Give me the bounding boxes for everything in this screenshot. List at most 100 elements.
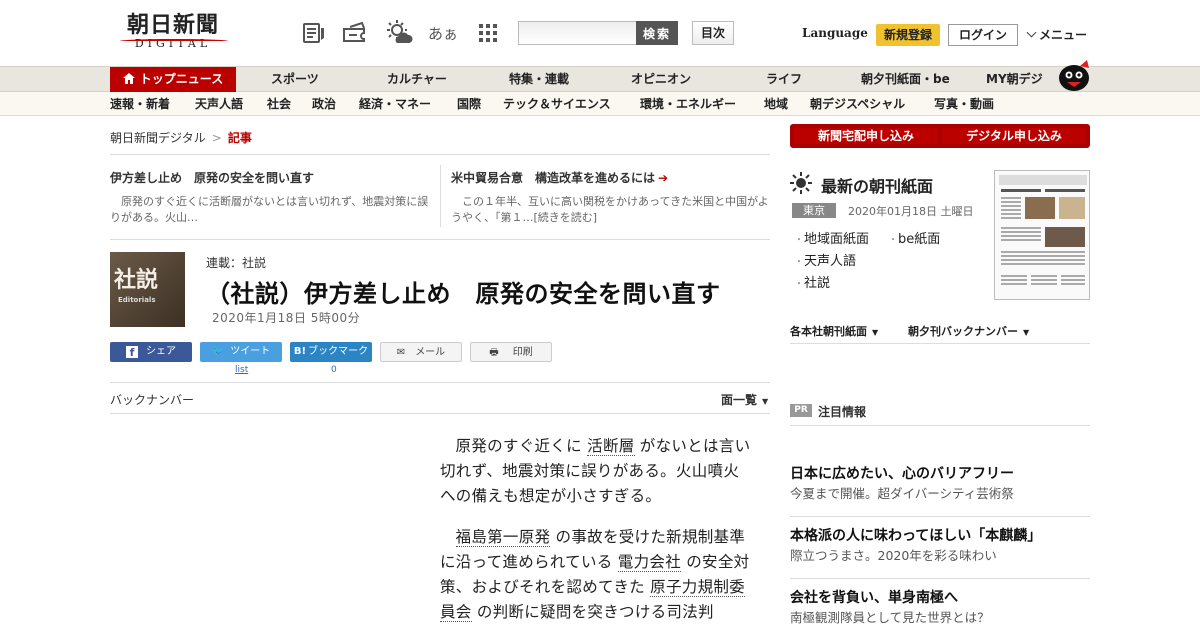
regional-papers-dropdown[interactable]: 各本社朝刊紙面 ▼ (790, 323, 878, 339)
newspaper-icon[interactable] (299, 18, 329, 48)
editorial-badge-en: Editorials (118, 296, 156, 304)
keyword-link[interactable]: 福島第一原発 (455, 528, 551, 547)
keyword-link[interactable]: 電力会社 (617, 553, 681, 572)
pr-item[interactable]: 本格派の人に味わってほしい「本麒麟」 際立つうまさ。2020年を彩る味わい (790, 526, 1090, 566)
latest-morning-paper-title[interactable]: 最新の朝刊紙面 (821, 173, 933, 197)
ticket-icon[interactable] (340, 18, 370, 48)
divider (790, 425, 1090, 426)
sun-icon (790, 172, 812, 197)
nav2-environment[interactable]: 環境・エネルギー (640, 92, 736, 116)
twitter-share-button[interactable]: 🐦 ツイート (200, 342, 282, 362)
nav2-photo-video[interactable]: 写真・動画 (934, 92, 994, 116)
nav-paper[interactable]: 朝夕刊紙面・be (861, 67, 950, 92)
nav-my-asadigi[interactable]: MY朝デジ (986, 67, 1043, 92)
divider (790, 343, 1090, 344)
signup-button[interactable]: 新規登録 (876, 24, 940, 46)
nav-opinion[interactable]: オピニオン (631, 67, 691, 92)
nav-culture[interactable]: カルチャー (387, 67, 447, 92)
related-article[interactable]: 米中貿易合意 構造改革を進めるには ➔ この１年半、互いに高い関税をかけあってきた… (451, 169, 771, 226)
nav2-tech[interactable]: テック＆サイエンス (503, 92, 611, 116)
menu-label: メニュー (1039, 28, 1088, 42)
paper-link[interactable]: be紙面 (888, 228, 940, 247)
region-badge: 東京 (792, 203, 836, 218)
nav-top-news[interactable]: トップニュース (110, 67, 236, 92)
menu-button[interactable]: メニュー (1026, 26, 1088, 43)
divider (110, 413, 770, 414)
nav2-economy[interactable]: 経済・マネー (359, 92, 431, 116)
nav2-breaking[interactable]: 速報・新着 (110, 92, 170, 116)
nav2-region[interactable]: 地域 (764, 92, 788, 116)
arrow-right-icon: ➔ (658, 171, 669, 185)
subscription-buttons: 新聞宅配申し込み デジタル申し込み (790, 124, 1090, 148)
login-button[interactable]: ログイン (948, 24, 1018, 46)
nav-life[interactable]: ライフ (766, 67, 802, 92)
breadcrumb-home[interactable]: 朝日新聞デジタル (110, 131, 206, 145)
divider (110, 239, 770, 240)
font-size-icon[interactable]: あぁ (428, 18, 458, 48)
logo-swoosh (120, 39, 228, 43)
related-title[interactable]: 米中貿易合意 構造改革を進めるには ➔ (451, 169, 771, 186)
newspaper-thumbnail[interactable] (994, 170, 1090, 300)
triangle-down-icon: ▼ (1023, 328, 1030, 337)
related-desc: 原発のすぐ近くに活断層がないとは言い切れず、地震対策に誤りがある。火山… (110, 195, 429, 224)
nav2-tensei[interactable]: 天声人語 (195, 92, 243, 116)
paper-link[interactable]: 天声人語 (794, 250, 856, 269)
paper-link[interactable]: 地域面紙面 (794, 228, 869, 247)
related-title[interactable]: 伊方差し止め 原発の安全を問い直す (110, 169, 430, 186)
print-icon: 🖶 (489, 347, 499, 358)
site-logo[interactable]: 朝日新聞 DIGITAL (114, 12, 232, 54)
facebook-icon: f (126, 346, 138, 359)
twitter-icon: 🐦 (211, 346, 225, 357)
article-paragraph: 福島第一原発 の事故を受けた新規制基準に沿って進められている 電力会社 の安全対… (440, 528, 750, 622)
print-button[interactable]: 🖶 印刷 (470, 342, 552, 362)
triangle-down-icon: ▼ (762, 397, 769, 406)
article-date: 2020年1月18日 5時00分 (212, 311, 361, 325)
grid-menu-icon[interactable] (473, 18, 503, 48)
search-input[interactable] (518, 21, 638, 45)
hatena-count[interactable]: 0 (331, 365, 337, 375)
article-paragraph: 原発のすぐ近くに 活断層 がないとは言い切れず、地震対策に誤りがある。火山噴火へ… (440, 437, 751, 505)
mascot-icon[interactable] (1056, 58, 1092, 92)
search-button[interactable]: 検索 (636, 21, 678, 45)
mail-icon: ✉ (396, 347, 406, 358)
triangle-down-icon: ▼ (872, 328, 879, 337)
index-button[interactable]: 目次 (692, 21, 734, 45)
pr-item-title[interactable]: 日本に広めたい、心のバリアフリー (790, 464, 1090, 484)
pr-item-title[interactable]: 会社を背負い、単身南極へ (790, 588, 1090, 608)
search-box: 検索 (518, 21, 678, 45)
home-delivery-button[interactable]: 新聞宅配申し込み (794, 128, 938, 144)
series-label[interactable]: 連載：社説 (206, 254, 266, 271)
divider (110, 382, 770, 383)
chevron-down-icon (1026, 27, 1037, 38)
pr-section-title: 注目情報 (818, 405, 867, 419)
pr-item-title[interactable]: 本格派の人に味わってほしい「本麒麟」 (790, 526, 1090, 546)
backnumber-label[interactable]: バックナンバー (110, 391, 194, 408)
page-list-dropdown[interactable]: 面一覧 ▼ (721, 391, 768, 408)
hatena-bookmark-button[interactable]: B! ブックマーク (290, 342, 372, 362)
secondary-nav: 速報・新着 天声人語 社会 政治 経済・マネー 国際 テック＆サイエンス 環境・… (0, 92, 1200, 116)
backnumber-dropdown[interactable]: 朝夕刊バックナンバー ▼ (908, 323, 1029, 339)
nav2-society[interactable]: 社会 (267, 92, 291, 116)
digital-subscribe-button[interactable]: デジタル申し込み (942, 128, 1086, 144)
nav2-special[interactable]: 朝デジスペシャル (810, 92, 905, 116)
twitter-count[interactable]: list (235, 365, 248, 375)
article-title: （社説）伊方差し止め 原発の安全を問い直す (206, 280, 721, 308)
pr-item[interactable]: 会社を背負い、単身南極へ 南極観測隊員として見た世界とは？ (790, 588, 1090, 628)
paper-link[interactable]: 社説 (794, 272, 830, 291)
related-article[interactable]: 伊方差し止め 原発の安全を問い直す 原発のすぐ近くに活断層がないとは言い切れず、… (110, 169, 430, 226)
pr-item[interactable]: 日本に広めたい、心のバリアフリー 今夏まで開催。超ダイバーシティ芸術祭 (790, 464, 1090, 504)
article-body: 原発のすぐ近くに 活断層 がないとは言い切れず、地震対策に誤りがある。火山噴火へ… (440, 434, 752, 630)
mail-button[interactable]: ✉ メール (380, 342, 462, 362)
home-icon (122, 73, 135, 84)
keyword-link[interactable]: 活断層 (587, 437, 635, 456)
nav2-politics[interactable]: 政治 (312, 92, 336, 116)
editorial-badge-kanji: 社説 (114, 267, 159, 293)
nav2-international[interactable]: 国際 (457, 92, 481, 116)
nav-sports[interactable]: スポーツ (271, 67, 319, 92)
weather-icon[interactable] (384, 18, 414, 48)
facebook-share-button[interactable]: f シェア (110, 342, 192, 362)
breadcrumb-separator: > (211, 131, 222, 145)
logo-jp: 朝日新聞 (126, 12, 219, 38)
nav-features[interactable]: 特集・連載 (509, 67, 569, 92)
language-link[interactable]: Language (802, 26, 868, 40)
